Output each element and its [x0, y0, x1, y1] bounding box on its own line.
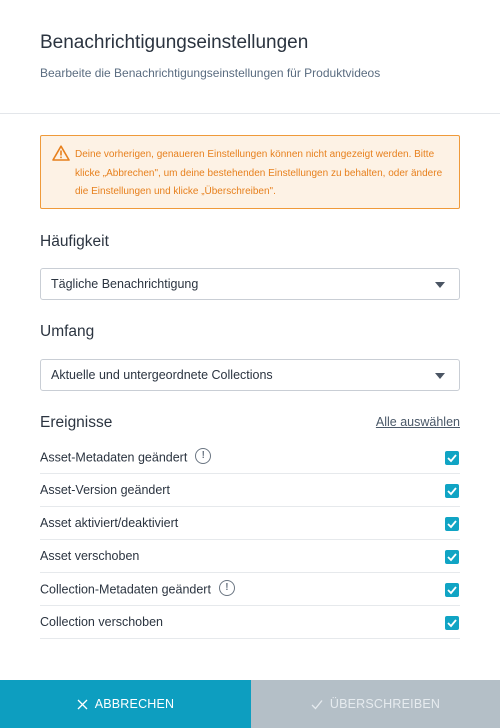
- scope-select-value: Aktuelle und untergeordnete Collections: [51, 368, 273, 382]
- event-label: Collection-Metadaten geändert: [40, 580, 235, 598]
- dialog-subtitle: Bearbeite die Benachrichtigungseinstellu…: [40, 66, 381, 80]
- event-row: Asset aktiviert/deaktiviert: [40, 507, 460, 540]
- check-icon: [311, 699, 323, 710]
- event-label: Asset aktiviert/deaktiviert: [40, 516, 179, 530]
- event-checkbox[interactable]: [445, 616, 459, 630]
- frequency-label: Häufigkeit: [40, 233, 109, 250]
- event-checkbox[interactable]: [445, 583, 459, 597]
- event-checkbox[interactable]: [445, 550, 459, 564]
- overwrite-button-label: ÜBERSCHREIBEN: [329, 697, 441, 711]
- event-label: Asset-Metadaten geändert: [40, 448, 212, 466]
- scope-select[interactable]: Aktuelle und untergeordnete Collections: [40, 359, 460, 391]
- event-checkbox[interactable]: [445, 517, 459, 531]
- event-label: Asset verschoben: [40, 549, 140, 563]
- warning-banner: Deine vorherigen, genaueren Einstellunge…: [40, 135, 460, 209]
- overwrite-button[interactable]: ÜBERSCHREIBEN: [251, 680, 500, 728]
- event-row: Collection verschoben: [40, 606, 460, 639]
- dialog-title: Benachrichtigungseinstellungen: [40, 32, 309, 53]
- event-row: Asset-Version geändert: [40, 474, 460, 507]
- chevron-down-icon: [435, 373, 445, 379]
- warning-text: Deine vorherigen, genaueren Einstellunge…: [75, 149, 443, 198]
- dialog-footer: ABBRECHEN ÜBERSCHREIBEN: [0, 680, 500, 728]
- frequency-select-value: Tägliche Benachrichtigung: [51, 277, 199, 291]
- select-all-link[interactable]: Alle auswählen: [376, 415, 460, 429]
- event-checkbox[interactable]: [445, 451, 459, 465]
- event-row: Collection-Metadaten geändert: [40, 573, 460, 606]
- scope-label: Umfang: [40, 323, 95, 340]
- info-icon[interactable]: [218, 580, 235, 596]
- chevron-down-icon: [435, 282, 445, 288]
- cancel-button[interactable]: ABBRECHEN: [0, 680, 251, 728]
- info-icon[interactable]: [195, 448, 212, 464]
- close-icon: [77, 699, 88, 710]
- event-list: Asset-Metadaten geändert Asset-Version g…: [40, 441, 460, 639]
- event-row: Asset-Metadaten geändert: [40, 441, 460, 474]
- events-label: Ereignisse: [40, 414, 113, 431]
- event-checkbox[interactable]: [445, 484, 459, 498]
- warning-icon: [52, 145, 70, 161]
- event-label: Asset-Version geändert: [40, 483, 170, 497]
- cancel-button-label: ABBRECHEN: [94, 697, 175, 711]
- frequency-select[interactable]: Tägliche Benachrichtigung: [40, 268, 460, 300]
- event-row: Asset verschoben: [40, 540, 460, 573]
- event-label: Collection verschoben: [40, 615, 163, 629]
- dialog-header: Benachrichtigungseinstellungen Bearbeite…: [0, 0, 500, 114]
